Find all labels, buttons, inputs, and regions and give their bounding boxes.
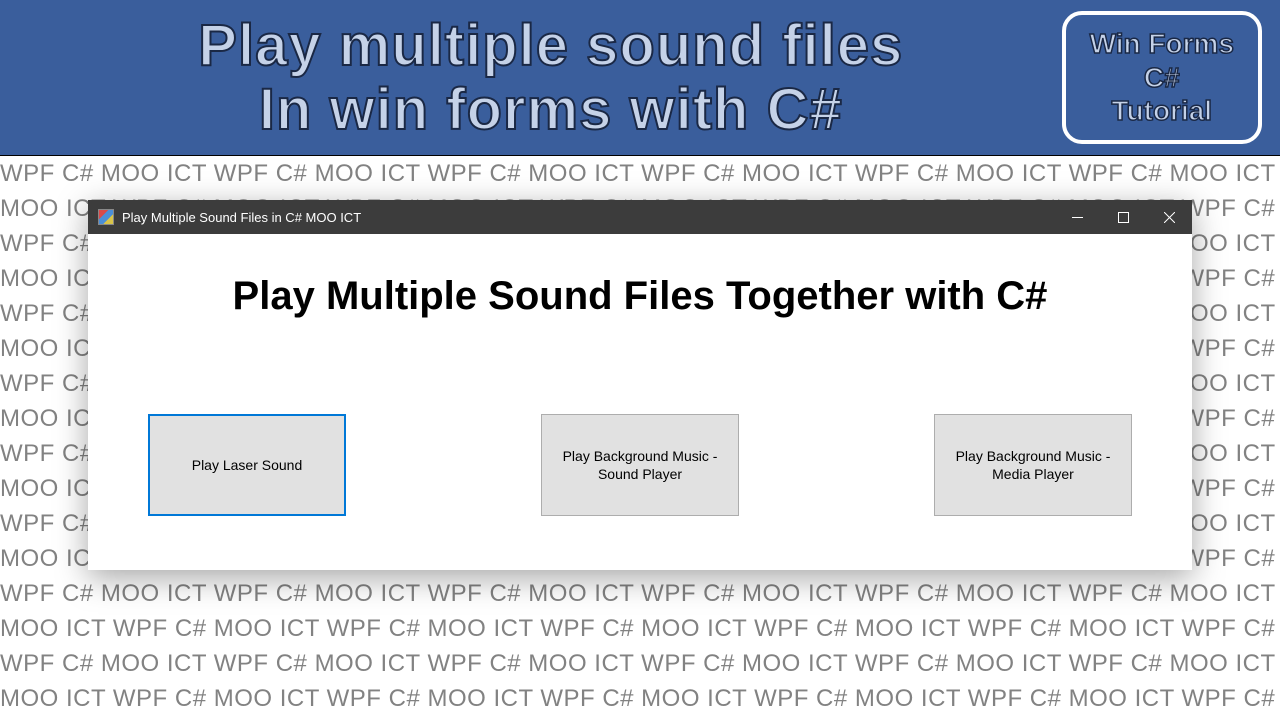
banner-title-line-1: Play multiple sound files xyxy=(40,14,1062,78)
badge-line-2: C# xyxy=(1090,61,1234,95)
close-button[interactable] xyxy=(1146,200,1192,234)
window-title: Play Multiple Sound Files in C# MOO ICT xyxy=(122,210,1054,225)
badge-line-1: Win Forms xyxy=(1090,27,1234,61)
app-window: Play Multiple Sound Files in C# MOO ICT … xyxy=(88,200,1192,570)
banner-title: Play multiple sound files In win forms w… xyxy=(0,14,1062,142)
maximize-button[interactable] xyxy=(1100,200,1146,234)
buttons-row: Play Laser Sound Play Background Music -… xyxy=(128,414,1152,516)
play-bg-music-mediaplayer-button[interactable]: Play Background Music - Media Player xyxy=(934,414,1132,516)
banner-badge: Win Forms C# Tutorial xyxy=(1062,11,1262,144)
form-heading: Play Multiple Sound Files Together with … xyxy=(128,274,1152,319)
tutorial-banner: Play multiple sound files In win forms w… xyxy=(0,0,1280,156)
window-body: Play Multiple Sound Files Together with … xyxy=(88,234,1192,546)
play-bg-music-soundplayer-button[interactable]: Play Background Music - Sound Player xyxy=(541,414,739,516)
window-titlebar[interactable]: Play Multiple Sound Files in C# MOO ICT xyxy=(88,200,1192,234)
play-laser-sound-button[interactable]: Play Laser Sound xyxy=(148,414,346,516)
minimize-button[interactable] xyxy=(1054,200,1100,234)
badge-line-3: Tutorial xyxy=(1090,94,1234,128)
app-icon xyxy=(98,209,114,225)
window-controls xyxy=(1054,200,1192,234)
banner-title-line-2: In win forms with C# xyxy=(40,78,1062,142)
